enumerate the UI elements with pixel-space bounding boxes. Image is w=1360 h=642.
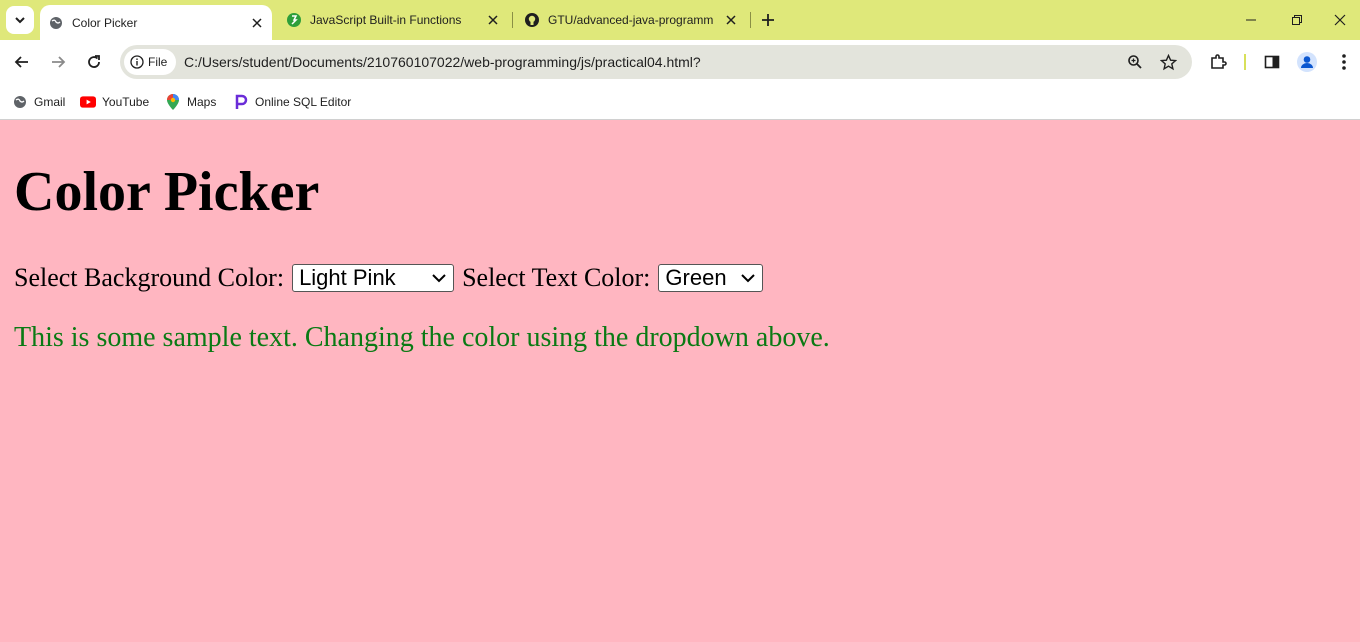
site-favicon-icon bbox=[286, 12, 302, 28]
address-bar[interactable]: File C:/Users/student/Documents/21076010… bbox=[120, 45, 1192, 79]
zoom-icon[interactable] bbox=[1123, 50, 1147, 74]
bookmark-youtube[interactable]: YouTube bbox=[80, 84, 149, 120]
background-color-label: Select Background Color: bbox=[14, 263, 285, 292]
browser-toolbar: File C:/Users/student/Documents/21076010… bbox=[0, 40, 1360, 84]
arrow-right-icon bbox=[52, 56, 66, 68]
bookmark-label: YouTube bbox=[102, 95, 150, 109]
bookmark-maps[interactable]: Maps bbox=[165, 84, 216, 120]
tab-search-button[interactable] bbox=[6, 6, 34, 34]
background-color-select[interactable]: Light Pink bbox=[292, 264, 455, 292]
back-button[interactable] bbox=[8, 48, 36, 76]
color-controls: Select Background Color: Light Pink Sele… bbox=[14, 262, 1346, 294]
background-color-selected: Light Pink bbox=[299, 265, 396, 290]
info-icon bbox=[130, 55, 144, 69]
tab-javascript-functions[interactable]: JavaScript Built-in Functions bbox=[278, 0, 508, 40]
reload-icon bbox=[88, 55, 100, 68]
close-icon bbox=[1334, 14, 1346, 26]
chevron-down-icon bbox=[15, 17, 25, 24]
tab-title: Color Picker bbox=[72, 15, 138, 30]
site-info-label: File bbox=[148, 55, 168, 69]
sample-text: This is some sample text. Changing the c… bbox=[14, 322, 830, 353]
github-icon bbox=[524, 12, 540, 28]
profile-avatar-icon[interactable] bbox=[1293, 48, 1321, 76]
text-color-selected: Green bbox=[665, 265, 727, 290]
close-icon[interactable] bbox=[722, 11, 740, 29]
globe-icon bbox=[48, 15, 64, 31]
tab-title: JavaScript Built-in Functions bbox=[310, 13, 462, 27]
arrow-left-icon bbox=[14, 56, 28, 68]
tab-strip: Color Picker JavaScript Built-in Functio… bbox=[0, 0, 1360, 40]
bookmark-label: Gmail bbox=[34, 95, 66, 109]
forward-button[interactable] bbox=[44, 48, 72, 76]
new-tab-button[interactable] bbox=[756, 8, 780, 32]
toolbar-separator bbox=[1244, 54, 1246, 70]
plus-icon bbox=[762, 14, 774, 26]
bookmark-label: Online SQL Editor bbox=[255, 95, 352, 109]
maps-pin-icon bbox=[165, 94, 181, 110]
site-info-chip[interactable]: File bbox=[124, 49, 176, 75]
tab-title: GTU/advanced-java-programm bbox=[548, 13, 714, 27]
text-color-select[interactable]: Green bbox=[658, 264, 764, 292]
bookmarks-bar: Gmail YouTube Maps Online SQL Editor bbox=[0, 84, 1360, 120]
text-color-label: Select Text Color: bbox=[462, 263, 651, 292]
bookmark-gmail[interactable]: Gmail bbox=[12, 84, 65, 120]
chevron-down-icon bbox=[741, 274, 756, 283]
extensions-icon[interactable] bbox=[1204, 48, 1232, 76]
tab-github[interactable]: GTU/advanced-java-programm bbox=[516, 0, 746, 40]
restore-icon bbox=[1292, 15, 1302, 25]
youtube-icon bbox=[80, 94, 96, 110]
chevron-down-icon bbox=[432, 274, 446, 283]
minimize-button[interactable] bbox=[1228, 0, 1274, 40]
tab-color-picker[interactable]: Color Picker bbox=[40, 5, 272, 40]
close-window-button[interactable] bbox=[1320, 0, 1360, 40]
restore-button[interactable] bbox=[1274, 0, 1320, 40]
sql-editor-icon bbox=[233, 94, 249, 110]
tab-separator bbox=[750, 12, 751, 28]
side-panel-icon[interactable] bbox=[1258, 48, 1286, 76]
minimize-icon bbox=[1246, 19, 1256, 21]
tab-separator bbox=[512, 12, 513, 28]
close-icon[interactable] bbox=[484, 11, 502, 29]
page-content: Color Picker Select Background Color: Li… bbox=[0, 120, 1360, 642]
bookmark-online-sql-editor[interactable]: Online SQL Editor bbox=[233, 84, 351, 120]
bookmark-label: Maps bbox=[187, 95, 217, 109]
page-title: Color Picker bbox=[14, 161, 320, 223]
close-icon[interactable] bbox=[248, 14, 266, 32]
bookmark-star-icon[interactable] bbox=[1156, 50, 1180, 74]
globe-icon bbox=[12, 94, 28, 110]
url-text[interactable]: C:/Users/student/Documents/210760107022/… bbox=[184, 45, 701, 79]
reload-button[interactable] bbox=[80, 48, 108, 76]
menu-kebab-icon[interactable] bbox=[1330, 48, 1358, 76]
